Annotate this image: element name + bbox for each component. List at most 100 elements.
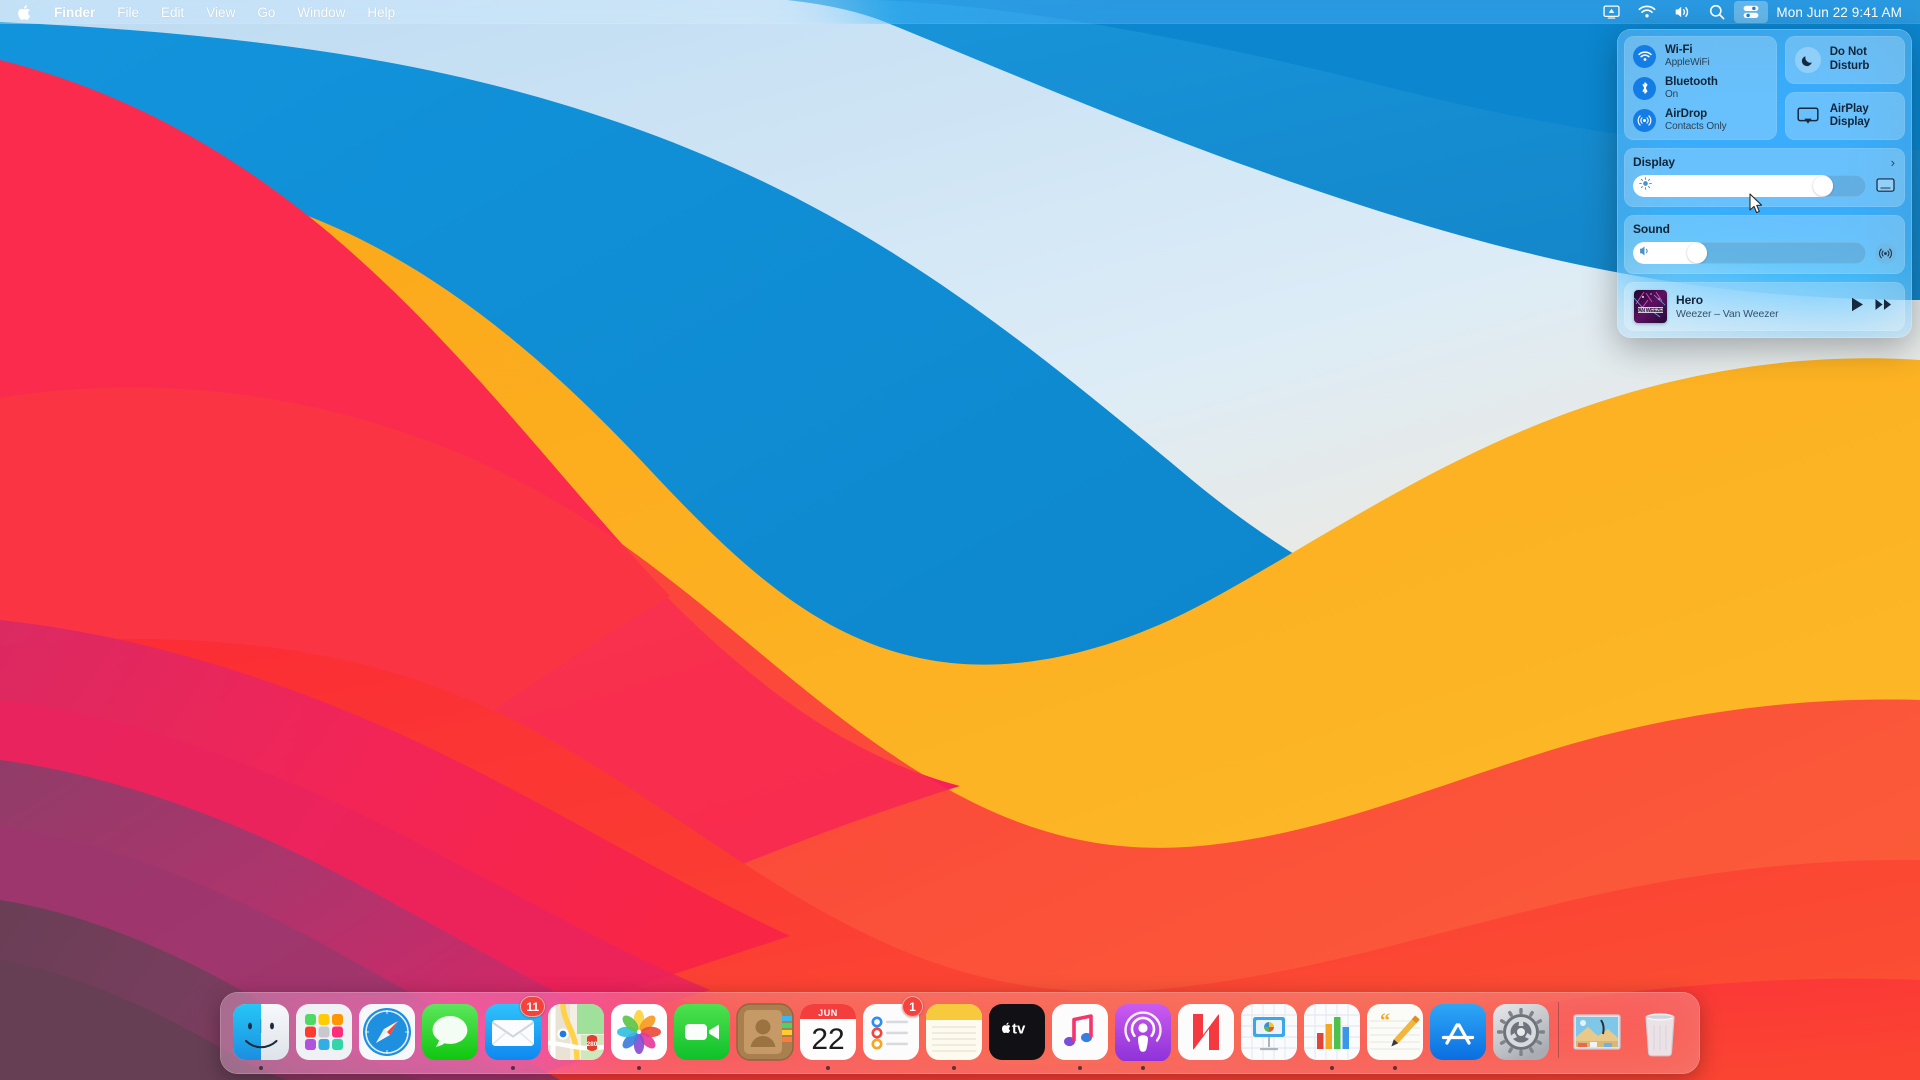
dock-item-mail[interactable]: 11 (481, 998, 544, 1070)
do-not-disturb-label: Do Not Disturb (1830, 46, 1870, 73)
wifi-toggle[interactable]: Wi-Fi AppleWiFi (1633, 44, 1768, 68)
airdrop-toggle[interactable]: AirDrop Contacts Only (1633, 108, 1768, 132)
numbers-icon (1303, 1003, 1361, 1061)
dock-item-launchpad[interactable] (292, 998, 355, 1070)
speaker-icon (1639, 244, 1652, 262)
track-artist-album: Weezer – Van Weezer (1676, 308, 1842, 321)
play-button[interactable] (1851, 297, 1864, 317)
dock-item-system-preferences[interactable] (1489, 998, 1552, 1070)
menu-bar-left: Finder File Edit View Go Window Help (0, 1, 406, 23)
menu-bar: Finder File Edit View Go Window Help Mon… (0, 0, 1920, 24)
running-indicator (259, 1066, 263, 1070)
control-center-panel: Wi-Fi AppleWiFi Bluetooth On AirDrop (1617, 29, 1912, 338)
svg-text:“: “ (1380, 1010, 1390, 1032)
dock-item-downloads-stack[interactable] (1565, 998, 1628, 1070)
dnd-line2: Disturb (1830, 60, 1870, 74)
apple-logo-icon[interactable] (12, 4, 43, 21)
wifi-subtitle: AppleWiFi (1665, 57, 1710, 68)
dock-item-photos[interactable] (607, 998, 670, 1070)
dnd-line1: Do Not (1830, 46, 1870, 60)
menu-help[interactable]: Help (356, 1, 406, 23)
dock-item-numbers[interactable] (1300, 998, 1363, 1070)
running-indicator (1078, 1066, 1082, 1070)
messages-icon (421, 1003, 479, 1061)
dock-item-trash[interactable] (1628, 998, 1691, 1070)
running-indicator (511, 1066, 515, 1070)
airdrop-title: AirDrop (1665, 108, 1727, 121)
dock: 11 280 (220, 992, 1700, 1074)
brightness-slider-knob[interactable] (1813, 176, 1833, 196)
wifi-icon[interactable] (1629, 1, 1665, 23)
moon-icon (1795, 47, 1821, 73)
running-indicator (889, 1066, 893, 1070)
dock-item-finder[interactable] (229, 998, 292, 1070)
dock-item-keynote[interactable] (1237, 998, 1300, 1070)
dock-item-contacts[interactable] (733, 998, 796, 1070)
playback-controls (1851, 297, 1895, 317)
fast-forward-button[interactable] (1875, 298, 1892, 316)
dock-item-messages[interactable] (418, 998, 481, 1070)
notes-icon (925, 1003, 983, 1061)
menu-view[interactable]: View (195, 1, 246, 23)
dock-item-notes[interactable] (922, 998, 985, 1070)
album-artwork[interactable]: VAN WEEZER (1634, 290, 1667, 323)
display-rectangle-icon[interactable] (1875, 176, 1896, 197)
bluetooth-labels: Bluetooth On (1665, 76, 1718, 100)
running-indicator (826, 1066, 830, 1070)
svg-text:280: 280 (586, 1041, 597, 1048)
system-preferences-icon (1492, 1003, 1550, 1061)
running-indicator (1015, 1066, 1019, 1070)
dock-item-app-store[interactable] (1426, 998, 1489, 1070)
menu-edit[interactable]: Edit (150, 1, 195, 23)
dock-item-news[interactable] (1174, 998, 1237, 1070)
dock-item-tv[interactable]: tv (985, 998, 1048, 1070)
running-indicator (1519, 1066, 1523, 1070)
safari-icon (358, 1003, 416, 1061)
now-playing-text: Hero Weezer – Van Weezer (1676, 293, 1842, 320)
airplay-audio-icon[interactable] (1875, 243, 1896, 264)
airdrop-labels: AirDrop Contacts Only (1665, 108, 1727, 132)
mouse-cursor (1749, 193, 1763, 220)
dock-item-music[interactable] (1048, 998, 1111, 1070)
running-indicator (952, 1066, 956, 1070)
connectivity-tile: Wi-Fi AppleWiFi Bluetooth On AirDrop (1624, 36, 1777, 140)
airplay-display-icon (1795, 103, 1821, 129)
dock-item-pages[interactable]: “ (1363, 998, 1426, 1070)
control-center-icon[interactable] (1734, 1, 1768, 23)
running-indicator (1330, 1066, 1334, 1070)
volume-icon[interactable] (1665, 1, 1700, 23)
facetime-icon (673, 1003, 731, 1061)
dock-separator (1558, 1002, 1559, 1058)
display-header[interactable]: Display › (1633, 155, 1896, 169)
dock-item-calendar[interactable]: JUN22 (796, 998, 859, 1070)
airplay-display-tile[interactable]: AirPlay Display (1785, 92, 1905, 140)
dock-item-reminders[interactable]: 1 (859, 998, 922, 1070)
display-section: Display › (1624, 148, 1905, 207)
sound-title: Sound (1633, 222, 1670, 236)
spotlight-search-icon[interactable] (1700, 1, 1734, 23)
airplay-display-label: AirPlay Display (1830, 103, 1870, 130)
maps-icon: 280 (547, 1003, 605, 1061)
volume-slider[interactable] (1633, 242, 1866, 264)
dock-item-safari[interactable] (355, 998, 418, 1070)
mail-badge: 11 (520, 996, 545, 1017)
chevron-right-icon[interactable]: › (1891, 156, 1896, 169)
menu-app-name[interactable]: Finder (43, 1, 106, 23)
running-indicator (385, 1066, 389, 1070)
menu-bar-clock[interactable]: Mon Jun 22 9:41 AM (1768, 5, 1906, 20)
volume-slider-knob[interactable] (1687, 243, 1707, 263)
dock-item-facetime[interactable] (670, 998, 733, 1070)
wifi-labels: Wi-Fi AppleWiFi (1665, 44, 1710, 68)
running-indicator (1595, 1066, 1599, 1070)
running-indicator (322, 1066, 326, 1070)
running-indicator (763, 1066, 767, 1070)
menu-window[interactable]: Window (286, 1, 356, 23)
bluetooth-toggle[interactable]: Bluetooth On (1633, 76, 1768, 100)
dock-item-podcasts[interactable] (1111, 998, 1174, 1070)
menu-go[interactable]: Go (246, 1, 286, 23)
do-not-disturb-tile[interactable]: Do Not Disturb (1785, 36, 1905, 84)
menu-file[interactable]: File (106, 1, 150, 23)
dock-item-maps[interactable]: 280 (544, 998, 607, 1070)
screen-mirroring-icon[interactable] (1594, 1, 1629, 23)
calendar-icon: JUN22 (799, 1003, 857, 1061)
